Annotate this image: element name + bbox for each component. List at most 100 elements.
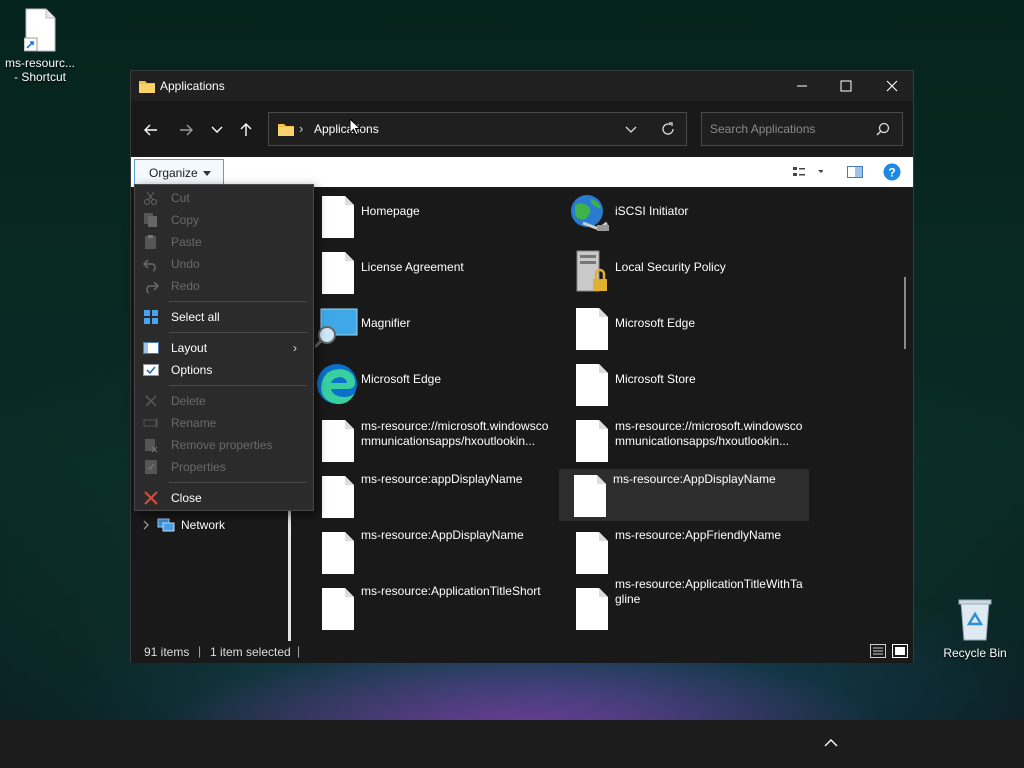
delete-icon xyxy=(143,393,159,409)
list-item[interactable]: License Agreement xyxy=(307,246,557,298)
document-icon xyxy=(569,361,613,407)
rename-icon xyxy=(143,415,159,431)
list-item[interactable]: Magnifier xyxy=(307,302,557,354)
list-item[interactable]: iSCSI Initiator xyxy=(561,190,811,242)
document-icon xyxy=(315,193,359,239)
preview-pane-icon[interactable] xyxy=(847,166,863,181)
back-arrow-icon[interactable] xyxy=(140,119,162,141)
file-name: Microsoft Edge xyxy=(361,372,442,386)
nav-item-network-label: Network xyxy=(181,518,226,532)
file-list: Homepage iSCSI Initiator License Agreeme… xyxy=(307,187,907,641)
address-folder-icon xyxy=(278,122,294,139)
taskbar xyxy=(0,720,1024,768)
list-item[interactable]: ms-resource:ApplicationTitleShort xyxy=(307,582,557,634)
menu-item-close[interactable]: Close xyxy=(135,487,313,509)
address-dropdown-icon[interactable] xyxy=(625,123,637,137)
title-bar[interactable]: Applications xyxy=(131,71,913,101)
address-bar[interactable]: › Applications xyxy=(268,112,687,146)
menu-separator xyxy=(169,301,307,302)
view-options-icon[interactable] xyxy=(793,166,824,181)
command-bar: Organize ? xyxy=(131,157,913,187)
up-arrow-icon[interactable] xyxy=(235,119,257,141)
vertical-scrollbar[interactable] xyxy=(904,277,906,349)
help-icon[interactable]: ? xyxy=(883,163,901,184)
document-icon xyxy=(569,417,613,463)
minimize-button[interactable] xyxy=(779,71,825,101)
desktop-shortcut[interactable]: ms-resourc... - Shortcut xyxy=(4,8,76,84)
organize-label: Organize xyxy=(149,166,198,180)
shortcut-label-line2: - Shortcut xyxy=(13,70,67,84)
file-name: Microsoft Store xyxy=(615,372,696,386)
scissors-icon xyxy=(143,190,159,206)
document-icon xyxy=(315,529,359,575)
close-x-icon xyxy=(143,490,159,506)
menu-item-layout[interactable]: Layout › xyxy=(135,337,313,359)
details-view-icon[interactable] xyxy=(870,644,886,661)
refresh-icon[interactable] xyxy=(661,122,675,139)
menu-item-remove-properties[interactable]: Remove properties xyxy=(135,434,313,456)
file-name: Magnifier xyxy=(361,316,411,330)
list-item-selected[interactable]: ms-resource:AppDisplayName xyxy=(559,469,809,521)
remove-properties-icon xyxy=(143,437,159,453)
recycle-bin[interactable]: Recycle Bin xyxy=(942,596,1008,660)
organize-menu: Cut Copy Paste Undo Redo Select all Layo… xyxy=(134,184,314,511)
list-item[interactable]: Local Security Policy xyxy=(561,246,811,298)
recent-locations-chevron-icon[interactable] xyxy=(206,119,228,141)
menu-item-undo[interactable]: Undo xyxy=(135,253,313,275)
search-box[interactable]: Search Applications xyxy=(701,112,903,146)
menu-item-paste[interactable]: Paste xyxy=(135,231,313,253)
maximize-button[interactable] xyxy=(823,71,869,101)
list-item[interactable]: ms-resource:ApplicationTitleWithTagline xyxy=(561,577,811,634)
organize-caret-icon xyxy=(203,171,211,176)
status-divider: | xyxy=(198,644,202,658)
layout-icon xyxy=(143,340,159,356)
list-item[interactable]: ms-resource://microsoft.windowscommunica… xyxy=(307,414,557,466)
list-item[interactable]: Homepage xyxy=(307,190,557,242)
document-icon xyxy=(569,585,613,631)
menu-item-options[interactable]: Options xyxy=(135,359,313,381)
menu-item-properties[interactable]: Properties xyxy=(135,456,313,478)
selection-count: 1 item selected xyxy=(210,645,291,659)
server-lock-icon xyxy=(569,249,613,295)
file-shortcut-icon xyxy=(23,8,56,52)
file-name: ms-resource:AppDisplayName xyxy=(613,472,776,486)
expand-chevron-icon[interactable] xyxy=(141,520,151,530)
forward-arrow-icon[interactable] xyxy=(175,119,197,141)
list-item[interactable]: ms-resource:AppDisplayName xyxy=(307,526,557,578)
file-name: License Agreement xyxy=(361,260,464,274)
file-name: iSCSI Initiator xyxy=(615,204,689,218)
close-button[interactable] xyxy=(869,71,915,101)
menu-item-redo[interactable]: Redo xyxy=(135,275,313,297)
document-icon xyxy=(315,585,359,631)
breadcrumb-applications[interactable]: Applications xyxy=(314,122,379,136)
list-item[interactable]: Microsoft Edge xyxy=(307,358,557,410)
large-icons-view-icon[interactable] xyxy=(892,644,908,661)
menu-item-copy[interactable]: Copy xyxy=(135,209,313,231)
show-hidden-icons-chevron-icon[interactable] xyxy=(824,737,838,751)
submenu-chevron-icon: › xyxy=(293,341,297,355)
list-item[interactable]: ms-resource:appDisplayName xyxy=(307,470,557,522)
file-name: ms-resource:ApplicationTitleWithTagline xyxy=(615,577,803,606)
list-item[interactable]: Microsoft Store xyxy=(561,358,811,410)
breadcrumb-separator-icon: › xyxy=(299,121,304,136)
menu-item-delete[interactable]: Delete xyxy=(135,390,313,412)
copy-icon xyxy=(143,212,159,228)
list-item[interactable]: ms-resource:AppFriendlyName xyxy=(561,526,811,578)
menu-separator xyxy=(169,482,307,483)
search-icon[interactable] xyxy=(876,122,890,139)
search-placeholder: Search Applications xyxy=(710,122,816,136)
menu-item-select-all[interactable]: Select all xyxy=(135,306,313,328)
list-item[interactable]: ms-resource://microsoft.windowscommunica… xyxy=(561,414,811,466)
menu-item-cut[interactable]: Cut xyxy=(135,187,313,209)
properties-icon xyxy=(143,459,159,475)
list-item[interactable]: Microsoft Edge xyxy=(561,302,811,354)
menu-item-rename[interactable]: Rename xyxy=(135,412,313,434)
item-count: 91 items xyxy=(144,645,190,659)
network-icon xyxy=(157,518,175,532)
organize-button[interactable]: Organize xyxy=(134,159,224,185)
file-name: Local Security Policy xyxy=(615,260,726,274)
window-title: Applications xyxy=(160,79,225,93)
nav-item-network[interactable]: Network xyxy=(141,517,225,533)
redo-icon xyxy=(143,278,160,294)
document-icon xyxy=(567,472,611,518)
